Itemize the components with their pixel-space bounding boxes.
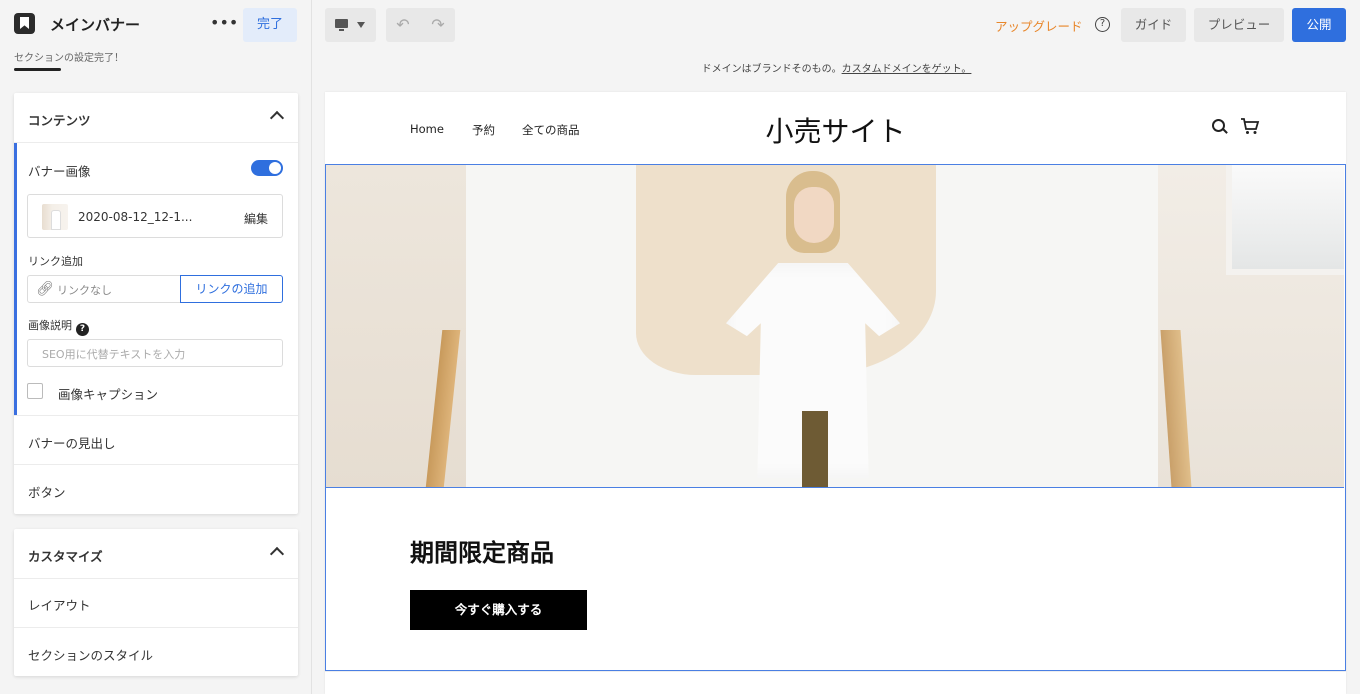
customize-card-header[interactable]: カスタマイズ: [14, 529, 298, 579]
model-skirt: [802, 411, 828, 487]
publish-button[interactable]: 公開: [1292, 8, 1346, 42]
image-thumbnail: [42, 204, 68, 230]
site-logo[interactable]: 小売サイト: [325, 110, 1346, 150]
cart-icon[interactable]: [1240, 117, 1260, 135]
link-placeholder: リンクなし: [57, 284, 112, 297]
banner-image: [326, 165, 1344, 488]
more-options-button[interactable]: •••: [210, 12, 238, 36]
layout-row[interactable]: レイアウト: [14, 578, 298, 627]
preview-button[interactable]: プレビュー: [1194, 8, 1284, 42]
editor-toolbar: ↶ ↷ アップグレード ? ガイド プレビュー 公開: [313, 0, 1360, 50]
content-card: コンテンツ バナー画像 2020-08-12_12-1... 編集 リンク追加 …: [14, 93, 298, 514]
alt-text-label: 画像説明: [28, 319, 72, 332]
chevron-up-icon[interactable]: [269, 546, 285, 562]
link-input[interactable]: 🔗︎ リンクなし: [27, 275, 181, 303]
edit-image-button[interactable]: 編集: [244, 210, 268, 227]
bookmark-icon: [14, 13, 35, 34]
custom-domain-link[interactable]: カスタムドメインをゲット。: [842, 64, 972, 75]
device-switcher[interactable]: [325, 8, 376, 42]
customize-card: カスタマイズ レイアウト セクションのスタイル: [14, 529, 298, 676]
banner-window: [1226, 165, 1344, 275]
banner-image-label: バナー画像: [28, 164, 91, 179]
button-row[interactable]: ボタン: [14, 464, 298, 513]
site-preview: Home 予約 全ての商品 小売サイト 期間限定商品 今すぐ購入する: [325, 92, 1346, 694]
main-banner-section[interactable]: 期間限定商品 今すぐ購入する: [325, 164, 1346, 671]
section-style-label: セクションのスタイル: [28, 648, 154, 663]
banner-model: [718, 171, 908, 487]
upgrade-link[interactable]: アップグレード: [995, 16, 1083, 35]
section-style-row[interactable]: セクションのスタイル: [14, 627, 298, 676]
redo-icon[interactable]: ↷: [421, 8, 455, 42]
help-icon[interactable]: ?: [76, 323, 89, 336]
image-file-name: 2020-08-12_12-1...: [78, 210, 193, 224]
banner-image-toggle[interactable]: [251, 160, 283, 176]
layout-label: レイアウト: [28, 598, 91, 613]
add-link-button[interactable]: リンクの追加: [180, 275, 283, 303]
link-icon: 🔗︎: [36, 281, 54, 297]
content-card-title: コンテンツ: [28, 113, 91, 128]
button-label: ボタン: [28, 485, 66, 500]
status-underline: [14, 68, 61, 71]
history-controls: ↶ ↷: [386, 8, 455, 42]
settings-panel: メインバナー ••• 完了 セクションの設定完了！ コンテンツ バナー画像 20…: [0, 0, 312, 694]
banner-heading-row[interactable]: バナーの見出し: [14, 415, 298, 464]
banner-heading[interactable]: 期間限定商品: [410, 533, 554, 568]
panel-title: メインバナー: [50, 16, 141, 34]
help-circle-icon[interactable]: ?: [1095, 17, 1110, 32]
content-card-header[interactable]: コンテンツ: [14, 93, 298, 143]
guide-button[interactable]: ガイド: [1121, 8, 1186, 42]
section-status: セクションの設定完了！: [14, 53, 124, 64]
buy-now-button[interactable]: 今すぐ購入する: [410, 590, 587, 630]
chevron-up-icon[interactable]: [269, 110, 285, 126]
desktop-icon: [335, 19, 348, 31]
customize-card-title: カスタマイズ: [28, 549, 103, 564]
domain-notice: ドメインはブランドそのもの。カスタムドメインをゲット。: [313, 60, 1360, 75]
active-indicator: [14, 143, 17, 415]
undo-icon[interactable]: ↶: [386, 8, 420, 42]
search-icon[interactable]: [1212, 119, 1226, 133]
caption-label: 画像キャプション: [58, 387, 159, 402]
image-file-row: 2020-08-12_12-1... 編集: [27, 194, 283, 238]
banner-heading-label: バナーの見出し: [28, 436, 116, 451]
caption-checkbox[interactable]: [27, 383, 43, 399]
alt-text-label-row: 画像説明?: [28, 317, 89, 336]
link-label: リンク追加: [28, 255, 83, 268]
alt-text-input[interactable]: SEO用に代替テキストを入力: [27, 339, 283, 367]
panel-header: メインバナー ••• 完了: [0, 0, 312, 50]
done-button[interactable]: 完了: [243, 8, 297, 42]
domain-notice-text: ドメインはブランドそのもの。: [701, 64, 842, 75]
caret-down-icon: [357, 22, 365, 28]
model-face: [794, 187, 834, 243]
section-divider: [325, 671, 1346, 672]
